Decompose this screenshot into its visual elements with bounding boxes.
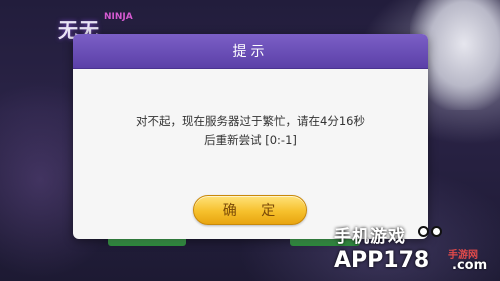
game-logo-sub: NINJA [104, 12, 133, 22]
watermark-domain-suffix: .com [452, 258, 488, 273]
dialog-title: 提示 [232, 44, 269, 60]
confirm-button[interactable]: 确 定 [193, 195, 307, 225]
watermark-domain: APP178 [334, 248, 430, 273]
dialog-header: 提示 [73, 34, 428, 69]
dialog-message-line-1: 对不起，现在服务器过于繁忙，请在4分16秒 [136, 114, 365, 128]
watermark-text: 手机游戏 [334, 227, 406, 247]
dialog-message-line-2: 后重新尝试 [0:-1] [204, 133, 297, 147]
dialog-message: 对不起，现在服务器过于繁忙，请在4分16秒 后重新尝试 [0:-1] [73, 112, 428, 150]
alert-dialog: 提示 对不起，现在服务器过于繁忙，请在4分16秒 后重新尝试 [0:-1] 确 … [73, 34, 428, 239]
watermark-eyes-icon [418, 226, 444, 242]
